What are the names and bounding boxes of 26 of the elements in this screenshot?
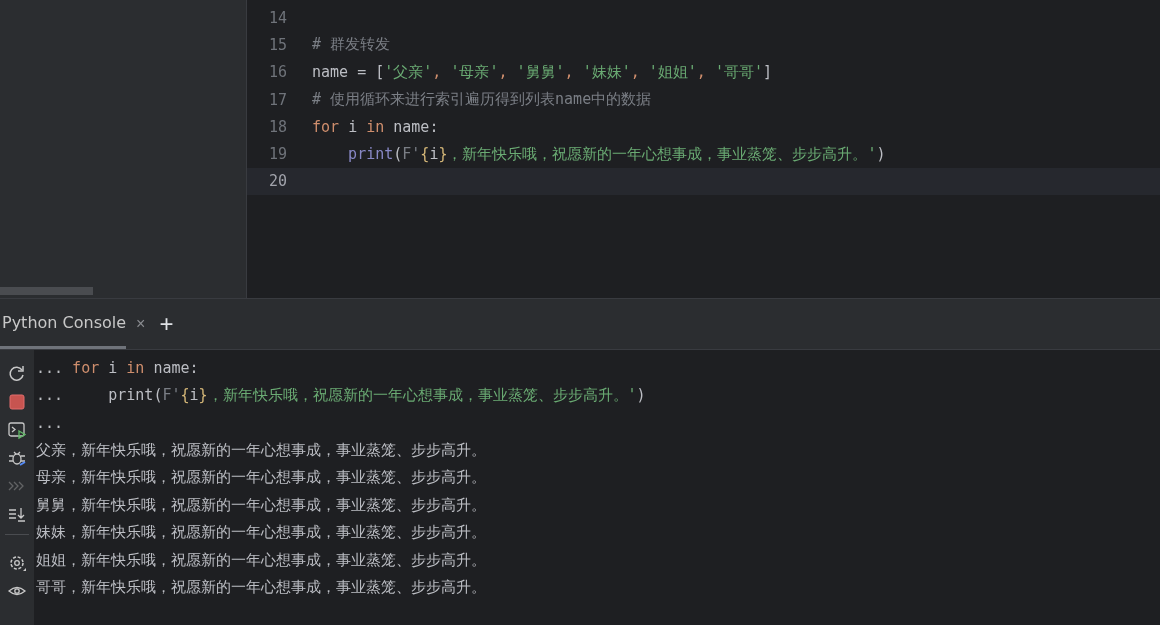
output-line: 父亲，新年快乐哦，祝愿新的一年心想事成，事业蒸笼、步步高升。 [36,440,486,460]
code-line: # 群发转发 [312,35,391,55]
output-line: 哥哥，新年快乐哦，祝愿新的一年心想事成，事业蒸笼、步步高升。 [36,578,486,598]
line-number: 20 [267,172,287,191]
line-number: 17 [267,90,287,109]
settings-icon[interactable] [7,553,27,573]
code-line: print(F'{i}，新年快乐哦，祝愿新的一年心想事成，事业蒸笼、步步高升。') [347,144,886,164]
code-line: # 使用循环来进行索引遍历得到列表name中的数据 [312,90,652,110]
line-number: 16 [267,63,287,82]
rerun-icon[interactable] [7,364,27,384]
line-number: 14 [267,8,287,27]
scrollbar[interactable] [0,287,93,295]
line-number: 15 [267,35,287,54]
output-line: 母亲，新年快乐哦，祝愿新的一年心想事成，事业蒸笼、步步高升。 [36,468,486,488]
code-line: for i in name: [312,117,439,136]
input-line: ... [36,413,65,432]
input-line: ... for i in name: [36,358,199,377]
line-number: 19 [267,145,287,164]
line-number: 18 [267,117,287,136]
code-line: name = ['父亲', '母亲', '舅舅', '妹妹', '姐姐', '哥哥'] [312,62,772,82]
stop-icon[interactable] [7,392,27,412]
output-line: 舅舅，新年快乐哦，祝愿新的一年心想事成，事业蒸笼、步步高升。 [36,495,486,515]
output-line: 姐姐，新年快乐哦，祝愿新的一年心想事成，事业蒸笼、步步高升。 [36,550,486,570]
output-line: 妹妹，新年快乐哦，祝愿新的一年心想事成，事业蒸笼、步步高升。 [36,523,486,543]
console-icon[interactable] [7,420,27,440]
input-line: ... print(F'{i}，新年快乐哦，祝愿新的一年心想事成，事业蒸笼、步步高升。') [36,385,646,405]
